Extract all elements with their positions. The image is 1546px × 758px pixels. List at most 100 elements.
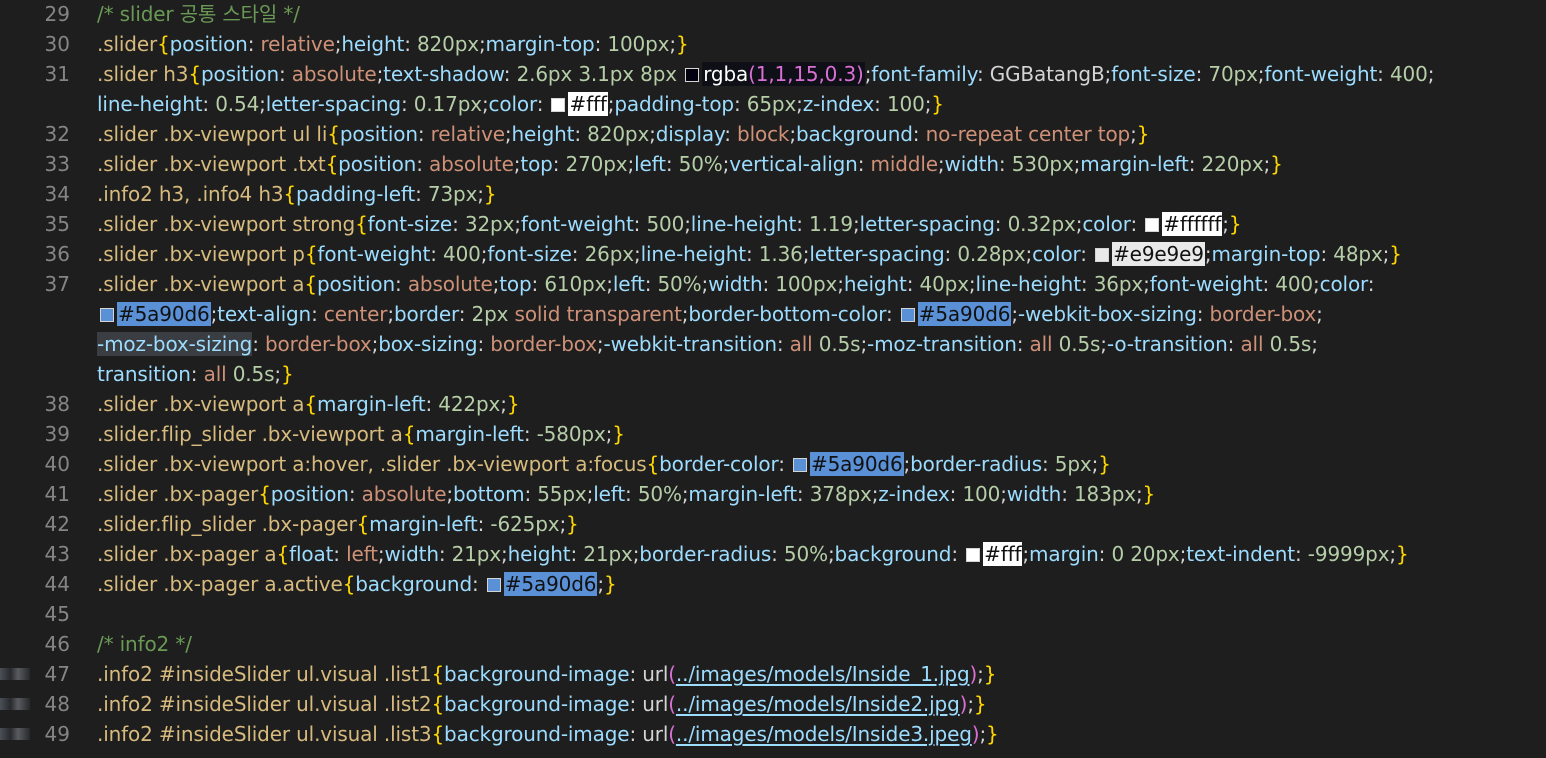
css-value: 55px (537, 482, 587, 506)
color-swatch[interactable] (551, 98, 566, 112)
css-value: 1.36 (758, 242, 803, 266)
css-function: url (642, 722, 669, 746)
code-line[interactable]: 46 /* info2 */ (0, 629, 1546, 659)
css-property: font-family (871, 62, 977, 86)
css-value: 0.5s (1269, 332, 1312, 356)
code-line[interactable]: 33 .slider .bx-viewport .txt{position: a… (0, 149, 1546, 179)
css-value: block (737, 122, 790, 146)
css-property: width (1006, 482, 1062, 506)
css-property: font-size (487, 242, 572, 266)
comment: /* slider 공통 스타일 */ (97, 2, 300, 26)
code-text: #5a90d6;text-align: center;border: 2px s… (97, 299, 1323, 329)
code-line-wrapped[interactable]: -moz-box-sizing: border-box;box-sizing: … (0, 329, 1546, 359)
code-line[interactable]: 40 .slider .bx-viewport a:hover, .slider… (0, 449, 1546, 479)
css-value: absolute (428, 152, 514, 176)
color-swatch[interactable] (792, 458, 807, 472)
code-line-wrapped[interactable]: transition: all 0.5s;} (0, 359, 1546, 389)
css-property: position (339, 122, 418, 146)
color-swatch[interactable] (900, 308, 915, 322)
css-value: no-repeat center top (925, 122, 1131, 146)
code-text: .slider h3{position: absolute;text-shado… (97, 62, 1435, 86)
css-selector: .slider .bx-pager a.active (97, 572, 343, 596)
css-property: padding-left (296, 182, 416, 206)
css-value: 1.19 (809, 212, 853, 236)
code-line[interactable]: 43 .slider .bx-pager a{float: left;width… (0, 539, 1546, 569)
css-selector: .slider .bx-viewport a:hover, .slider .b… (97, 452, 647, 476)
css-value: all (1029, 332, 1053, 356)
code-editor[interactable]: 29 /* slider 공통 스타일 */ 30 .slider{positi… (0, 0, 1546, 758)
code-line[interactable]: 36 .slider .bx-viewport p{font-weight: 4… (0, 239, 1546, 269)
css-value: 183px (1073, 482, 1136, 506)
css-property: color (1319, 272, 1368, 296)
code-line-wrapped[interactable]: line-height: 0.54;letter-spacing: 0.17px… (0, 89, 1546, 119)
line-number: 33 (44, 152, 70, 176)
color-value-highlight: #e9e9e9 (1112, 242, 1205, 266)
css-property: height (507, 542, 571, 566)
css-property: margin-top (1211, 242, 1321, 266)
url-link[interactable]: ../images/models/Inside_1.jpg (676, 662, 970, 686)
code-line[interactable]: 30 .slider{position: relative;height: 82… (0, 29, 1546, 59)
code-line[interactable]: 42 .slider.flip_slider .bx-pager{margin-… (0, 509, 1546, 539)
code-text: .info2 #insideSlider ul.visual .list2{ba… (97, 692, 987, 716)
css-value: 610px (544, 272, 607, 296)
code-text: .info2 #insideSlider ul.visual .list3{ba… (97, 722, 999, 746)
css-property: text-indent (1186, 542, 1295, 566)
code-line[interactable]: 44 .slider .bx-pager a.active{background… (0, 569, 1546, 599)
css-value: 400 (1389, 62, 1428, 86)
css-value: 50% (678, 152, 723, 176)
url-link[interactable]: ../images/models/Inside3.jpeg (676, 722, 972, 746)
color-swatch[interactable] (1145, 218, 1160, 232)
code-line[interactable]: 39 .slider.flip_slider .bx-viewport a{ma… (0, 419, 1546, 449)
css-value: 100 (962, 482, 1001, 506)
css-value: absolute (291, 62, 377, 86)
code-line[interactable]: 45 (0, 599, 1546, 629)
color-swatch[interactable] (100, 308, 114, 322)
css-property: border (393, 302, 459, 326)
code-line[interactable]: 34 .info2 h3, .info4 h3{padding-left: 73… (0, 179, 1546, 209)
css-value: 500 (646, 212, 685, 236)
css-property: display (655, 122, 725, 146)
css-property: line-height (975, 272, 1081, 296)
css-value: -9999px (1307, 542, 1390, 566)
color-swatch[interactable] (1095, 248, 1110, 262)
css-property: margin (1029, 542, 1099, 566)
code-line[interactable]: 48 .info2 #insideSlider ul.visual .list2… (0, 689, 1546, 719)
css-value: 0.5s (232, 362, 275, 386)
color-value-highlight: #5a90d6 (917, 302, 1012, 326)
css-value: border-box (490, 332, 597, 356)
code-line[interactable]: 49 .info2 #insideSlider ul.visual .list3… (0, 719, 1546, 749)
color-swatch[interactable] (685, 68, 700, 82)
css-value: 0.17px (413, 92, 482, 116)
code-text: .slider.flip_slider .bx-pager{margin-lef… (97, 512, 579, 536)
line-number: 49 (44, 722, 70, 746)
color-swatch[interactable] (486, 578, 501, 592)
color-value-highlight: #fff (983, 542, 1023, 566)
css-property: font-weight (1264, 62, 1378, 86)
css-selector: .slider .bx-viewport .txt (97, 152, 326, 176)
code-line[interactable]: 38 .slider .bx-viewport a{margin-left: 4… (0, 389, 1546, 419)
css-property: height (341, 32, 405, 56)
code-text: .info2 #insideSlider ul.visual .list1{ba… (97, 662, 997, 686)
css-property: font-weight (1149, 272, 1263, 296)
code-line[interactable]: 31 .slider h3{position: absolute;text-sh… (0, 59, 1546, 89)
code-line[interactable]: 41 .slider .bx-pager{position: absolute;… (0, 479, 1546, 509)
css-value: all (789, 332, 813, 356)
code-line[interactable]: 47 .info2 #insideSlider ul.visual .list1… (0, 659, 1546, 689)
code-line-wrapped[interactable]: #5a90d6;text-align: center;border: 2px s… (0, 299, 1546, 329)
css-property: margin-left (316, 392, 426, 416)
css-property: font-size (1111, 62, 1196, 86)
code-line[interactable]: 32 .slider .bx-viewport ul li{position: … (0, 119, 1546, 149)
css-value: solid transparent (514, 302, 682, 326)
url-link[interactable]: ../images/models/Inside2.jpg (676, 692, 960, 716)
line-number: 46 (44, 632, 70, 656)
code-line[interactable]: 37 .slider .bx-viewport a{position: abso… (0, 269, 1546, 299)
css-value: 5px (1054, 452, 1092, 476)
css-property: border-radius (910, 452, 1042, 476)
css-property: margin-left (415, 422, 524, 446)
code-text: .slider{position: relative;height: 820px… (97, 32, 689, 56)
code-line[interactable]: 35 .slider .bx-viewport strong{font-size… (0, 209, 1546, 239)
code-line[interactable]: 29 /* slider 공통 스타일 */ (0, 0, 1546, 29)
css-selector: .info2 h3, .info4 h3 (97, 182, 284, 206)
code-text: .slider .bx-pager{position: absolute;bot… (97, 482, 1156, 506)
color-swatch[interactable] (966, 548, 981, 562)
